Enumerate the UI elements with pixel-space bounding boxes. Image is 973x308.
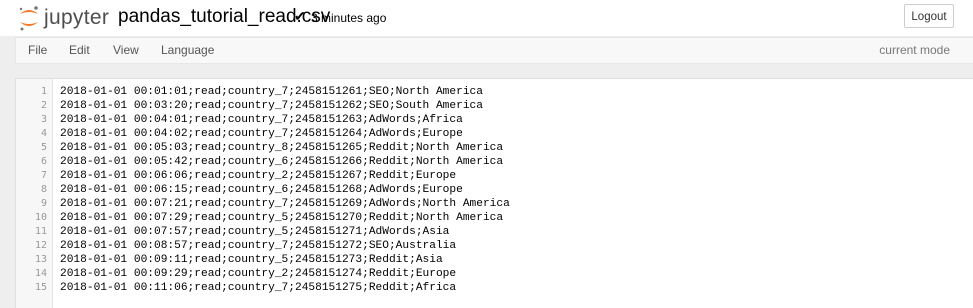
line-number: 2	[40, 100, 47, 111]
line-content[interactable]: 2018-01-01 00:08:57;read;country_7;24581…	[60, 239, 456, 253]
line-content[interactable]: 2018-01-01 00:06:15;read;country_6;24581…	[60, 183, 463, 197]
jupyter-logo-icon	[19, 6, 38, 31]
line-content[interactable]: 2018-01-01 00:05:03;read;country_8;24581…	[60, 141, 503, 155]
line-content[interactable]: 2018-01-01 00:05:42;read;country_6;24581…	[60, 155, 503, 169]
editor-line[interactable]: 1 2018-01-01 00:01:01;read;country_7;2458…	[16, 85, 956, 99]
save-status: 3 minutes ago	[311, 11, 387, 25]
editor-line[interactable]: 3 2018-01-01 00:04:01;read;country_7;2458…	[16, 113, 956, 127]
editor-line[interactable]: 14 2018-01-01 00:09:29;read;country_2;245…	[16, 267, 956, 281]
line-content[interactable]: 2018-01-01 00:04:01;read;country_7;24581…	[60, 113, 463, 127]
line-content[interactable]: 2018-01-01 00:04:02;read;country_7;24581…	[60, 127, 463, 141]
line-number: 12	[34, 240, 47, 251]
logout-button[interactable]: Logout	[904, 4, 954, 28]
line-number: 1	[40, 86, 47, 97]
line-number: 4	[40, 128, 47, 139]
line-number: 9	[40, 198, 47, 209]
line-number: 14	[34, 268, 47, 279]
menu-language[interactable]: Language	[161, 43, 214, 57]
header: jupyter pandas_tutorial_read.csv ✔ 3 min…	[0, 0, 973, 36]
line-content[interactable]: 2018-01-01 00:07:21;read;country_7;24581…	[60, 197, 510, 211]
current-mode-indicator: current mode	[879, 43, 950, 57]
menu-edit[interactable]: Edit	[69, 43, 90, 57]
line-number: 10	[34, 212, 47, 223]
editor-line[interactable]: 8 2018-01-01 00:06:15;read;country_6;2458…	[16, 183, 956, 197]
line-content[interactable]: 2018-01-01 00:11:06;read;country_7;24581…	[60, 281, 456, 295]
editor-line[interactable]: 2 2018-01-01 00:03:20;read;country_7;2458…	[16, 99, 956, 113]
line-number: 11	[34, 226, 47, 237]
line-number: 3	[40, 114, 47, 125]
editor-line[interactable]: 13 2018-01-01 00:09:11;read;country_5;245…	[16, 253, 956, 267]
logo-text: jupyter	[44, 6, 110, 29]
line-content[interactable]: 2018-01-01 00:09:29;read;country_2;24581…	[60, 267, 456, 281]
editor-line[interactable]: 15 2018-01-01 00:11:06;read;country_7;245…	[16, 281, 956, 295]
editor-line[interactable]: 6 2018-01-01 00:05:42;read;country_6;2458…	[16, 155, 956, 169]
line-number: 13	[34, 254, 47, 265]
line-number: 8	[40, 184, 47, 195]
menu-file[interactable]: File	[28, 43, 47, 57]
line-number: 15	[34, 282, 47, 293]
line-content[interactable]: 2018-01-01 00:06:06;read;country_2;24581…	[60, 169, 456, 183]
editor-line[interactable]: 12 2018-01-01 00:08:57;read;country_7;245…	[16, 239, 956, 253]
line-number: 5	[40, 142, 47, 153]
menubar: File Edit View Language current mode	[15, 37, 973, 64]
line-content[interactable]: 2018-01-01 00:03:20;read;country_7;24581…	[60, 99, 483, 113]
line-content[interactable]: 2018-01-01 00:07:29;read;country_5;24581…	[60, 211, 503, 225]
editor-line[interactable]: 5 2018-01-01 00:05:03;read;country_8;2458…	[16, 141, 956, 155]
line-content[interactable]: 2018-01-01 00:07:57;read;country_5;24581…	[60, 225, 449, 239]
checkmark-icon: ✔	[294, 8, 306, 24]
menu-view[interactable]: View	[113, 43, 139, 57]
editor-line[interactable]: 11 2018-01-01 00:07:57;read;country_5;245…	[16, 225, 956, 239]
editor-line[interactable]: 10 2018-01-01 00:07:29;read;country_5;245…	[16, 211, 956, 225]
editor-line[interactable]: 9 2018-01-01 00:07:21;read;country_7;2458…	[16, 197, 956, 211]
line-content[interactable]: 2018-01-01 00:09:11;read;country_5;24581…	[60, 253, 443, 267]
line-number: 6	[40, 156, 47, 167]
line-number: 7	[40, 170, 47, 181]
text-editor[interactable]: 1 2018-01-01 00:01:01;read;country_7;2458…	[15, 78, 973, 308]
editor-line[interactable]: 7 2018-01-01 00:06:06;read;country_2;2458…	[16, 169, 956, 183]
jupyter-logo[interactable]: jupyter	[17, 4, 109, 32]
editor-line[interactable]: 4 2018-01-01 00:04:02;read;country_7;2458…	[16, 127, 956, 141]
line-content[interactable]: 2018-01-01 00:01:01;read;country_7;24581…	[60, 85, 483, 99]
